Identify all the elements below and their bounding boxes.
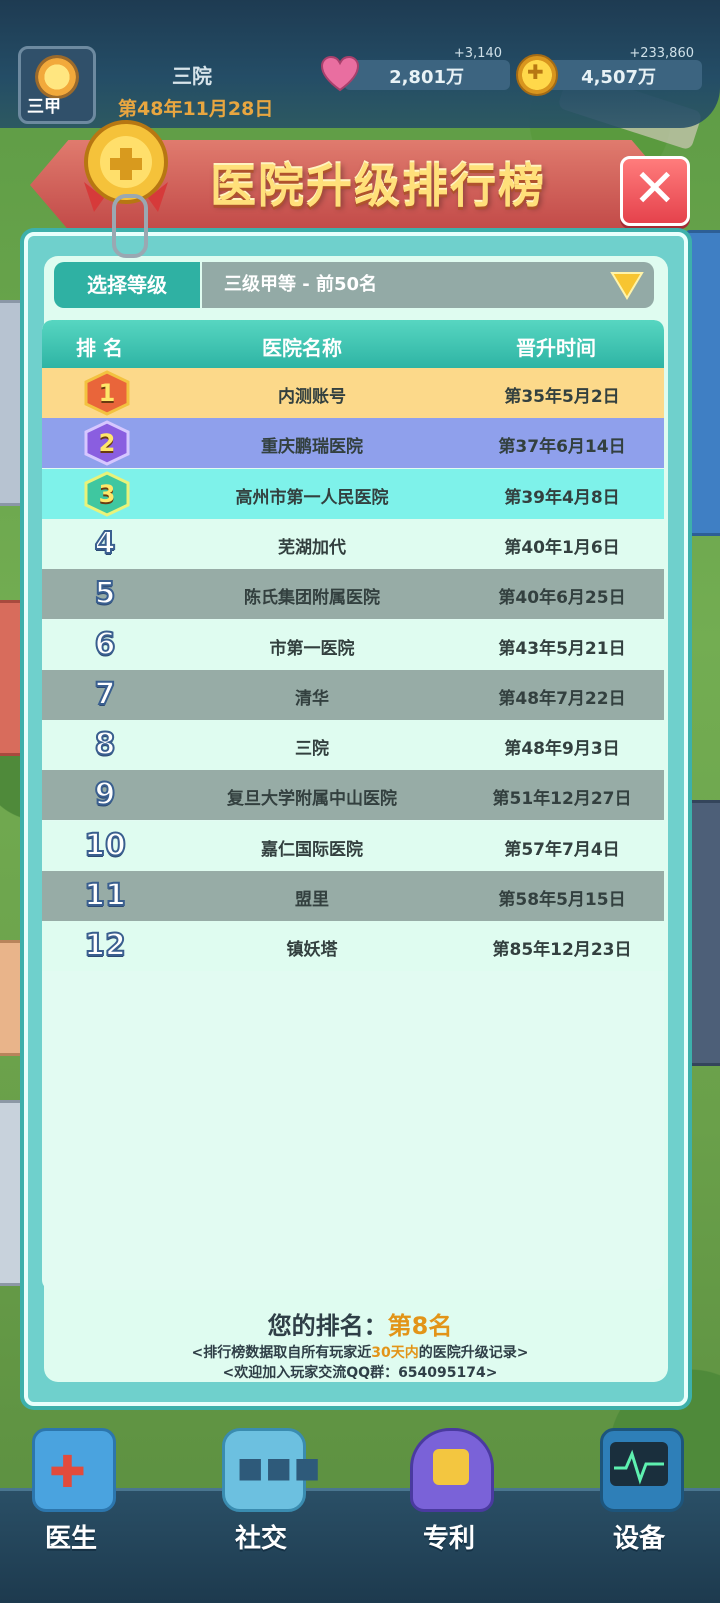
hospital-name-cell: 芜湖加代 bbox=[278, 537, 346, 558]
promotion-time-cell: 第48年7月22日 bbox=[498, 688, 626, 709]
nav-equipment[interactable]: 设备 bbox=[574, 1418, 704, 1600]
promotion-time-cell: 第39年4月8日 bbox=[504, 487, 620, 508]
monitor-icon bbox=[600, 1428, 684, 1512]
table-row[interactable]: 3 高州市第一人民医院 第39年4月8日 bbox=[42, 468, 664, 519]
hospital-name-cell: 盟里 bbox=[295, 890, 329, 910]
chat-icon: ■■■ bbox=[222, 1428, 320, 1512]
table-row[interactable]: 12 镇妖塔 第85年12月23日 bbox=[42, 921, 664, 972]
note-highlight: 30天内 bbox=[371, 1345, 419, 1361]
hospital-name-cell: 复旦大学附属中山医院 bbox=[227, 789, 397, 810]
table-row[interactable]: 6 市第一医院 第43年5月21日 bbox=[42, 619, 664, 670]
hospital-name-cell: 市第一医院 bbox=[269, 638, 355, 659]
grade-selector[interactable]: 选择等级 三级甲等 - 前50名 bbox=[54, 262, 654, 308]
rank-badge-label: 三甲 bbox=[27, 97, 61, 117]
note-text: 的医院升级记录> bbox=[418, 1345, 529, 1361]
promotion-time-cell: 第48年9月3日 bbox=[504, 739, 620, 760]
your-rank-value: 第8名 bbox=[387, 1312, 453, 1340]
hospital-name-cell: 嘉仁国际医院 bbox=[261, 839, 363, 860]
rank-number: 3 bbox=[98, 479, 116, 508]
gold-counter[interactable]: +233,860 4,507万 bbox=[516, 46, 702, 96]
table-header: 排 名 医院名称 晋升时间 bbox=[42, 320, 664, 368]
close-button[interactable]: ✕ bbox=[620, 156, 690, 226]
building bbox=[684, 230, 720, 536]
table-row[interactable]: 5 陈氏集团附属医院 第40年6月25日 bbox=[42, 569, 664, 620]
grade-selector-value[interactable]: 三级甲等 - 前50名 bbox=[202, 262, 654, 308]
note-text: <排行榜数据取自所有玩家近 bbox=[191, 1345, 372, 1361]
promotion-time-cell: 第35年5月2日 bbox=[504, 387, 620, 407]
nav-label: 专利 bbox=[422, 1524, 475, 1554]
bottom-nav: ✚ 医生 ■■■ 社交 专利 设备 bbox=[0, 1418, 720, 1603]
rank-medal-icon: 1 bbox=[80, 370, 134, 416]
nav-label: 社交 bbox=[234, 1524, 287, 1554]
rank-number: 8 bbox=[94, 726, 117, 763]
hospital-name-cell: 内测账号 bbox=[278, 387, 346, 407]
table-row[interactable]: 4 芜湖加代 第40年1月6日 bbox=[42, 518, 664, 569]
reputation-counter[interactable]: +3,140 2,801万 bbox=[320, 46, 510, 92]
rank-number: 7 bbox=[94, 676, 117, 713]
table-row[interactable]: 1 内测账号 第35年5月2日 bbox=[42, 368, 664, 418]
table-row[interactable]: 9 复旦大学附属中山医院 第51年12月27日 bbox=[42, 770, 664, 821]
rank-number: 2 bbox=[98, 429, 116, 458]
dialog-title: 医院升级排行榜 bbox=[210, 159, 546, 213]
table-row[interactable]: 2 重庆鹏瑞医院 第37年6月14日 bbox=[42, 418, 664, 469]
gold-value: 4,507万 bbox=[581, 67, 656, 88]
doctor-icon: ✚ bbox=[32, 1428, 116, 1512]
hospital-name-cell: 重庆鹏瑞医院 bbox=[261, 437, 363, 458]
nav-label: 设备 bbox=[612, 1524, 665, 1554]
promotion-time-cell: 第40年6月25日 bbox=[498, 588, 626, 609]
promotion-time-cell: 第51年12月27日 bbox=[492, 789, 632, 810]
your-rank: 您的排名：第8名 bbox=[0, 1306, 720, 1341]
nav-doctor[interactable]: ✚ 医生 bbox=[6, 1418, 136, 1600]
promotion-time-cell: 第58年5月15日 bbox=[498, 890, 626, 910]
rank-number: 6 bbox=[94, 626, 117, 663]
rank-number: 10 bbox=[83, 827, 127, 864]
promotion-time-cell: 第85年12月23日 bbox=[492, 940, 632, 961]
nav-label: 医生 bbox=[44, 1524, 97, 1554]
rank-number: 1 bbox=[98, 379, 116, 407]
rank-medal-icon: 3 bbox=[80, 470, 134, 517]
chevron-down-icon[interactable] bbox=[610, 270, 644, 300]
hospital-name-cell: 三院 bbox=[295, 739, 329, 760]
leaderboard-note: <排行榜数据取自所有玩家近30天内的医院升级记录> bbox=[0, 1342, 720, 1362]
table-row[interactable]: 7 清华 第48年7月22日 bbox=[42, 669, 664, 720]
leaderboard-table: 排 名 医院名称 晋升时间 1 内测账号 第35年5月2日 2 重庆鹏瑞医院 第37年6月… bbox=[42, 320, 664, 1290]
rank-number: 9 bbox=[94, 776, 117, 813]
rank-medal-icon: 2 bbox=[80, 420, 134, 466]
patent-shield-icon bbox=[410, 1428, 494, 1512]
rank-number: 11 bbox=[83, 877, 127, 914]
nav-patent[interactable]: 专利 bbox=[384, 1418, 514, 1600]
rank-number: 12 bbox=[83, 927, 127, 964]
grade-selector-label: 选择等级 bbox=[54, 262, 200, 308]
your-rank-label: 您的排名： bbox=[267, 1312, 388, 1340]
heart-icon bbox=[320, 56, 360, 92]
rank-number: 4 bbox=[94, 525, 117, 562]
promotion-time-cell: 第37年6月14日 bbox=[498, 437, 626, 458]
hospital-name-cell: 镇妖塔 bbox=[286, 940, 338, 961]
table-row[interactable]: 8 三院 第48年9月3日 bbox=[42, 720, 664, 771]
qq-group-note: <欢迎加入玩家交流QQ群：654095174> bbox=[222, 1365, 498, 1381]
promotion-time-cell: 第40年1月6日 bbox=[504, 537, 620, 558]
coin-icon bbox=[516, 54, 558, 96]
promotion-time-cell: 第57年7月4日 bbox=[504, 839, 620, 860]
reputation-delta: +3,140 bbox=[453, 46, 502, 61]
gold-delta: +233,860 bbox=[629, 46, 694, 61]
building bbox=[684, 800, 720, 1066]
hospital-name-cell: 高州市第一人民医院 bbox=[235, 487, 389, 508]
promotion-time-cell: 第43年5月21日 bbox=[498, 638, 626, 659]
reputation-value: 2,801万 bbox=[389, 67, 464, 88]
hospital-name-cell: 陈氏集团附属医院 bbox=[244, 588, 380, 609]
close-icon: ✕ bbox=[633, 159, 677, 219]
paperclip-icon bbox=[112, 194, 148, 258]
column-header-name: 医院名称 bbox=[262, 336, 342, 360]
hospital-name: 三院 bbox=[172, 64, 212, 88]
table-row[interactable]: 11 盟里 第58年5月15日 bbox=[42, 871, 664, 921]
nav-social[interactable]: ■■■ 社交 bbox=[196, 1418, 326, 1600]
hospital-name-cell: 清华 bbox=[295, 688, 329, 709]
table-row[interactable]: 10 嘉仁国际医院 第57年7月4日 bbox=[42, 820, 664, 871]
column-header-time: 晋升时间 bbox=[516, 336, 596, 360]
rank-number: 5 bbox=[94, 575, 117, 612]
status-bar: 三甲 三院 第48年11月28日 +3,140 2,801万 +233,860 … bbox=[0, 0, 720, 128]
column-header-rank: 排 名 bbox=[76, 336, 123, 360]
